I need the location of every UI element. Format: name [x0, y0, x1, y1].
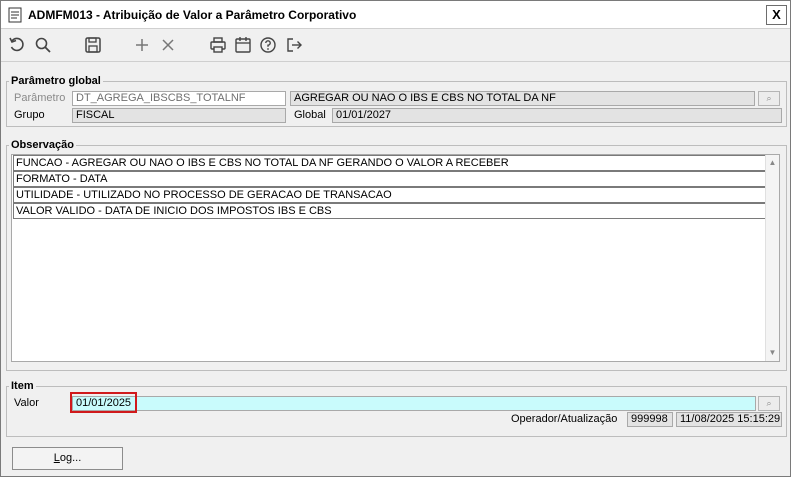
add-icon[interactable]	[132, 34, 152, 56]
global-label: Global	[294, 109, 326, 121]
print-icon[interactable]	[208, 34, 228, 56]
scroll-down-icon[interactable]: ▼	[767, 347, 778, 359]
calendar-icon[interactable]	[233, 34, 253, 56]
log-button[interactable]: Log...	[12, 447, 123, 470]
close-button[interactable]: X	[766, 5, 787, 25]
scroll-up-icon[interactable]: ▲	[767, 157, 778, 169]
parametro-lookup-button[interactable]: ⌕	[758, 91, 780, 106]
observacao-textarea[interactable]: FUNCAO - AGREGAR OU NAO O IBS E CBS NO T…	[11, 154, 780, 362]
grupo-label: Grupo	[14, 109, 45, 121]
delete-icon[interactable]	[158, 34, 178, 56]
title-bar: ADMFM013 - Atribuição de Valor a Parâmet…	[1, 1, 790, 29]
item-legend: Item	[11, 380, 34, 392]
atualizacao-field: 11/08/2025 15:15:29	[676, 412, 782, 427]
observacao-line: FUNCAO - AGREGAR OU NAO O IBS E CBS NO T…	[13, 155, 767, 171]
observacao-line: VALOR VALIDO - DATA DE INICIO DOS IMPOST…	[13, 203, 767, 219]
parametro-field[interactable]: DT_AGREGA_IBSCBS_TOTALNF	[72, 91, 286, 106]
parametro-label: Parâmetro	[14, 92, 66, 104]
valor-lookup-button[interactable]: ⌕	[758, 396, 780, 411]
operador-label: Operador/Atualização	[511, 413, 618, 425]
valor-input[interactable]: 01/01/2025	[72, 396, 756, 411]
valor-highlight-box	[70, 392, 137, 413]
help-icon[interactable]	[258, 34, 278, 56]
search-icon[interactable]	[33, 34, 53, 56]
observacao-line: UTILIDADE - UTILIZADO NO PROCESSO DE GER…	[13, 187, 767, 203]
global-field: 01/01/2027	[332, 108, 782, 123]
save-icon[interactable]	[83, 34, 103, 56]
main-window: ADMFM013 - Atribuição de Valor a Parâmet…	[0, 0, 791, 477]
observacao-line: FORMATO - DATA	[13, 171, 767, 187]
observacao-legend: Observação	[11, 139, 74, 151]
toolbar	[1, 29, 790, 62]
exit-icon[interactable]	[284, 34, 304, 56]
log-button-label: og...	[59, 452, 82, 464]
grupo-field: FISCAL	[72, 108, 286, 123]
window-title: ADMFM013 - Atribuição de Valor a Parâmet…	[28, 8, 357, 22]
valor-label: Valor	[14, 397, 39, 409]
observacao-scrollbar[interactable]: ▲ ▼	[765, 155, 779, 361]
parametro-global-legend: Parâmetro global	[11, 75, 101, 87]
operador-field: 999998	[627, 412, 673, 427]
parametro-description-field: AGREGAR OU NAO O IBS E CBS NO TOTAL DA N…	[290, 91, 755, 106]
undo-icon[interactable]	[7, 34, 27, 56]
document-icon	[8, 7, 22, 23]
